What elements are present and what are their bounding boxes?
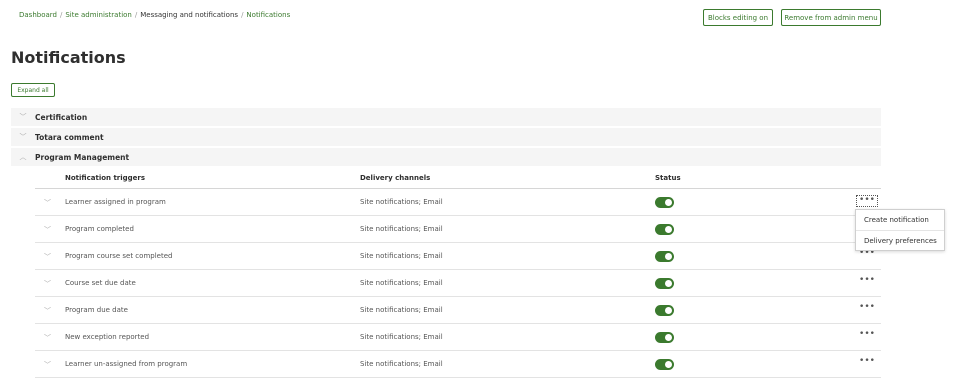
table-row: ﹀ Learner un-assigned from program Site … — [35, 351, 881, 378]
chevron-down-icon[interactable]: ﹀ — [44, 252, 51, 262]
chevron-down-icon[interactable]: ﹀ — [44, 198, 51, 208]
chevron-down-icon[interactable]: ﹀ — [44, 225, 51, 235]
blocks-editing-button[interactable]: Blocks editing on — [703, 9, 773, 26]
page-title: Notifications — [11, 48, 126, 67]
delivery-channels: Site notifications; Email — [360, 252, 443, 260]
category-program-management[interactable]: ︿ Program Management — [11, 148, 881, 166]
more-icon[interactable]: ••• — [856, 303, 878, 315]
table-row: ﹀ Program due date Site notifications; E… — [35, 297, 881, 324]
chevron-down-icon[interactable]: ﹀ — [44, 333, 51, 343]
category-label: Totara comment — [35, 132, 104, 142]
trigger-name: Program due date — [65, 306, 128, 314]
chevron-down-icon: ﹀ — [19, 113, 27, 121]
table-row: ﹀ Program course set completed Site noti… — [35, 243, 881, 270]
actions-menu: Create notification Delivery preferences — [855, 209, 945, 251]
status-toggle[interactable] — [655, 224, 674, 235]
trigger-name: Course set due date — [65, 279, 136, 287]
toggle-knob — [665, 280, 672, 287]
header-buttons: Blocks editing on Remove from admin menu — [703, 9, 881, 26]
chevron-down-icon[interactable]: ﹀ — [44, 360, 51, 370]
delivery-channels: Site notifications; Email — [360, 360, 443, 368]
toggle-knob — [665, 226, 672, 233]
category-label: Program Management — [35, 152, 130, 162]
breadcrumb-separator: / — [134, 11, 138, 19]
status-toggle[interactable] — [655, 332, 674, 343]
chevron-down-icon[interactable]: ﹀ — [44, 306, 51, 316]
category-label: Certification — [35, 112, 88, 122]
trigger-name: Learner un-assigned from program — [65, 360, 188, 368]
breadcrumb-separator: / — [59, 11, 63, 19]
trigger-name: Program course set completed — [65, 252, 173, 260]
breadcrumb-separator: / — [241, 11, 244, 19]
delivery-channels: Site notifications; Email — [360, 225, 443, 233]
status-toggle[interactable] — [655, 197, 674, 208]
chevron-down-icon: ﹀ — [19, 133, 27, 141]
remove-admin-menu-button[interactable]: Remove from admin menu — [781, 9, 881, 26]
chevron-up-icon: ︿ — [19, 153, 27, 161]
trigger-name: Learner assigned in program — [65, 198, 166, 206]
status-toggle[interactable] — [655, 359, 674, 370]
table-row: ﹀ Program completed Site notifications; … — [35, 216, 881, 243]
more-icon[interactable]: ••• — [856, 276, 878, 288]
header-delivery-channels: Delivery channels — [360, 174, 431, 182]
category-certification[interactable]: ﹀ Certification — [11, 108, 881, 126]
delivery-channels: Site notifications; Email — [360, 198, 443, 206]
header-status: Status — [655, 174, 681, 182]
table-row: ﹀ Course set due date Site notifications… — [35, 270, 881, 297]
menu-item-create-notification[interactable]: Create notification — [856, 210, 944, 230]
status-toggle[interactable] — [655, 251, 674, 262]
category-totara-comment[interactable]: ﹀ Totara comment — [11, 128, 881, 146]
toggle-knob — [665, 361, 672, 368]
breadcrumb-messaging[interactable]: Messaging and notifications — [140, 11, 238, 19]
trigger-name: New exception reported — [65, 333, 150, 341]
delivery-channels: Site notifications; Email — [360, 306, 443, 314]
breadcrumb-site-administration[interactable]: Site administration — [65, 11, 132, 19]
more-icon[interactable]: ••• — [856, 330, 878, 342]
more-icon[interactable]: ••• — [856, 357, 878, 369]
toggle-knob — [665, 253, 672, 260]
toggle-knob — [665, 334, 672, 341]
chevron-down-icon[interactable]: ﹀ — [44, 279, 51, 289]
trigger-name: Program completed — [65, 225, 134, 233]
toggle-knob — [665, 307, 672, 314]
header-notification-triggers: Notification triggers — [65, 174, 146, 182]
menu-item-delivery-preferences[interactable]: Delivery preferences — [856, 230, 944, 250]
status-toggle[interactable] — [655, 278, 674, 289]
delivery-channels: Site notifications; Email — [360, 333, 443, 341]
table-row: ﹀ New exception reported Site notificati… — [35, 324, 881, 351]
status-toggle[interactable] — [655, 305, 674, 316]
delivery-channels: Site notifications; Email — [360, 279, 443, 287]
breadcrumb: Dashboard / Site administration / Messaging … — [19, 11, 290, 19]
expand-all-button[interactable]: Expand all — [11, 83, 55, 97]
breadcrumb-notifications: Notifications — [246, 11, 291, 19]
more-icon[interactable]: ••• — [856, 195, 878, 207]
breadcrumb-dashboard[interactable]: Dashboard — [19, 11, 57, 19]
toggle-knob — [665, 199, 672, 206]
table-row: ﹀ Learner assigned in program Site notif… — [35, 189, 881, 216]
